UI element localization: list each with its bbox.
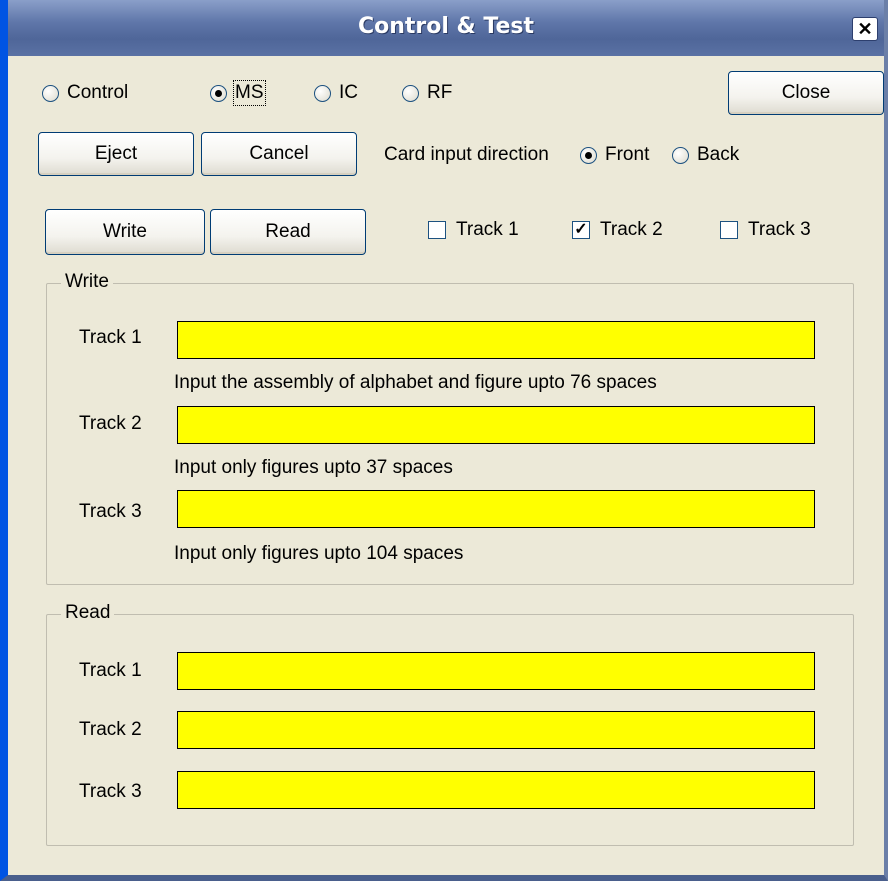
write-track-1-input[interactable] bbox=[177, 321, 815, 359]
radio-ms-indicator bbox=[210, 84, 227, 102]
radio-rf-indicator bbox=[402, 84, 419, 102]
write-track-3-hint: Input only figures upto 104 spaces bbox=[174, 543, 464, 564]
write-track-2-hint: Input only figures upto 37 spaces bbox=[174, 457, 453, 478]
write-track-3-label: Track 3 bbox=[79, 501, 142, 522]
write-track-2-label: Track 2 bbox=[79, 413, 142, 434]
read-track-3-label: Track 3 bbox=[79, 781, 142, 802]
write-group: Write Track 1 Input the assembly of alph… bbox=[46, 271, 854, 585]
checkbox-track-2[interactable]: ✓ Track 2 bbox=[572, 219, 663, 241]
read-track-2-label: Track 2 bbox=[79, 719, 142, 740]
read-group: Read Track 1 Track 2 Track 3 bbox=[46, 602, 854, 846]
radio-rf-label: RF bbox=[427, 82, 453, 103]
radio-back-label: Back bbox=[697, 144, 740, 165]
read-track-1-label: Track 1 bbox=[79, 660, 142, 681]
radio-ic-label: IC bbox=[339, 82, 358, 103]
checkbox-track-1[interactable]: Track 1 bbox=[428, 219, 519, 241]
write-track-3-input[interactable] bbox=[177, 490, 815, 528]
radio-ic-indicator bbox=[314, 84, 331, 102]
checkbox-track-1-label: Track 1 bbox=[456, 219, 519, 240]
radio-control-indicator bbox=[42, 84, 59, 102]
radio-rf[interactable]: RF bbox=[402, 82, 452, 104]
read-button[interactable]: Read bbox=[210, 209, 366, 255]
radio-ms[interactable]: MS bbox=[210, 80, 266, 106]
control-test-window: Control & Test ✕ Control MS IC RF Close … bbox=[0, 0, 888, 881]
checkbox-track-2-label: Track 2 bbox=[600, 219, 663, 240]
card-direction-label: Card input direction bbox=[384, 144, 549, 165]
checkbox-track-3-box bbox=[720, 221, 738, 239]
checkbox-track-1-box bbox=[428, 221, 446, 239]
write-track-2-input[interactable] bbox=[177, 406, 815, 444]
radio-control-label: Control bbox=[67, 82, 129, 103]
checkbox-track-3[interactable]: Track 3 bbox=[720, 219, 811, 241]
write-button[interactable]: Write bbox=[45, 209, 205, 255]
write-track-1-hint: Input the assembly of alphabet and figur… bbox=[174, 372, 657, 393]
read-group-title: Read bbox=[61, 602, 115, 624]
dialog-body: Control MS IC RF Close Eject Cancel Card… bbox=[8, 56, 884, 875]
read-track-2-output[interactable] bbox=[177, 711, 815, 749]
close-button[interactable]: Close bbox=[728, 71, 884, 115]
checkbox-track-3-label: Track 3 bbox=[748, 219, 811, 240]
cancel-button[interactable]: Cancel bbox=[201, 132, 357, 176]
radio-back-indicator bbox=[672, 146, 689, 164]
read-track-1-output[interactable] bbox=[177, 652, 815, 690]
radio-front[interactable]: Front bbox=[580, 144, 649, 166]
window-title: Control & Test bbox=[357, 14, 535, 39]
radio-control[interactable]: Control bbox=[42, 82, 128, 104]
radio-back[interactable]: Back bbox=[672, 144, 739, 166]
checkbox-track-2-box: ✓ bbox=[572, 221, 590, 239]
write-group-title: Write bbox=[61, 271, 113, 293]
radio-front-indicator bbox=[580, 146, 597, 164]
write-track-1-label: Track 1 bbox=[79, 327, 142, 348]
close-icon[interactable]: ✕ bbox=[852, 17, 878, 41]
read-track-3-output[interactable] bbox=[177, 771, 815, 809]
title-bar[interactable]: Control & Test ✕ bbox=[8, 0, 884, 56]
radio-ic[interactable]: IC bbox=[314, 82, 358, 104]
eject-button[interactable]: Eject bbox=[38, 132, 194, 176]
radio-ms-label: MS bbox=[233, 80, 266, 106]
radio-front-label: Front bbox=[605, 144, 650, 165]
